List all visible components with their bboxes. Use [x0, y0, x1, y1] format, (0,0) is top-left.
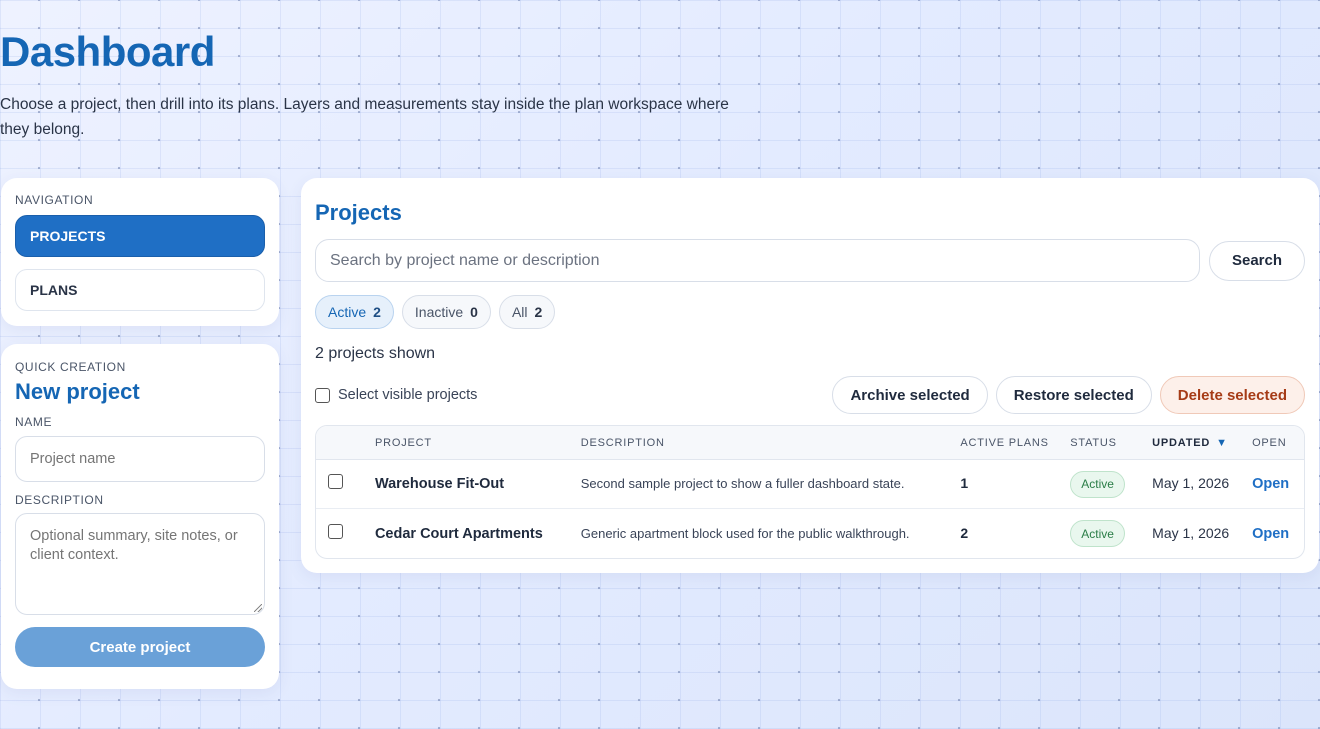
page-title: Dashboard: [0, 28, 215, 75]
quick-create-card: QUICK CREATION New project NAME DESCRIPT…: [1, 344, 279, 689]
updated-date: May 1, 2026: [1152, 475, 1230, 491]
description-field-label: DESCRIPTION: [15, 493, 104, 507]
filter-count: 2: [373, 304, 381, 320]
active-plans-count: 2: [960, 524, 969, 541]
column-header-project[interactable]: PROJECT: [375, 437, 581, 449]
project-search-input[interactable]: Search by project name or description: [315, 239, 1200, 282]
filter-label: Active: [328, 304, 367, 320]
new-project-title: New project: [15, 379, 140, 404]
table-header: PROJECT DESCRIPTION ACTIVE PLANS STATUS …: [316, 426, 1304, 460]
search-button[interactable]: Search: [1209, 240, 1305, 281]
row-checkbox-cell: [316, 523, 375, 544]
projects-shown-count: 2 projects shown: [315, 345, 436, 362]
delete-selected-button[interactable]: Delete selected: [1159, 376, 1305, 414]
search-row: Search by project name or description Se…: [315, 239, 1305, 282]
open-project-link[interactable]: Open: [1252, 526, 1289, 542]
filter-all-chip[interactable]: All 2: [498, 295, 556, 329]
project-name[interactable]: Cedar Court Apartments: [375, 526, 543, 542]
select-visible-label[interactable]: Select visible projects: [338, 387, 477, 403]
project-description-input[interactable]: [15, 513, 265, 615]
resize-handle-icon[interactable]: [254, 604, 262, 612]
filter-label: Inactive: [414, 304, 464, 320]
nav-projects-button[interactable]: PROJECTS: [15, 215, 265, 257]
column-header-updated[interactable]: UPDATED ▼: [1152, 437, 1252, 449]
projects-title: Projects: [315, 200, 402, 225]
filter-count: 0: [470, 304, 478, 320]
column-header-updated-label: UPDATED: [1152, 436, 1211, 449]
column-header-description[interactable]: DESCRIPTION: [581, 437, 961, 449]
row-checkbox-cell: [316, 474, 375, 494]
project-name-input[interactable]: [15, 436, 265, 482]
table-row: Warehouse Fit-Out Second sample project …: [316, 460, 1304, 509]
navigation-card: NAVIGATION PROJECTS PLANS: [1, 178, 279, 326]
row-checkbox[interactable]: [328, 523, 343, 539]
create-project-button[interactable]: Create project: [15, 627, 265, 667]
sort-descending-icon: ▼: [1216, 436, 1228, 449]
active-plans-count: 1: [960, 475, 969, 491]
quick-create-heading: QUICK CREATION: [15, 360, 126, 374]
column-header-status[interactable]: STATUS: [1070, 437, 1152, 449]
project-description: Second sample project to show a fuller d…: [580, 476, 905, 491]
filter-inactive-chip[interactable]: Inactive 0: [401, 295, 491, 329]
filter-label: All: [511, 304, 528, 320]
projects-card: Projects Search by project name or descr…: [301, 178, 1319, 573]
project-name[interactable]: Warehouse Fit-Out: [375, 476, 504, 492]
updated-date: May 1, 2026: [1152, 524, 1230, 541]
status-badge: Active: [1070, 520, 1125, 547]
row-checkbox[interactable]: [328, 474, 343, 489]
nav-plans-button[interactable]: PLANS: [15, 269, 265, 311]
page-subtitle: Choose a project, then drill into its pl…: [0, 96, 729, 138]
table-row: Cedar Court Apartments Generic apartment…: [316, 509, 1304, 558]
navigation-heading: NAVIGATION: [15, 193, 94, 207]
projects-table: PROJECT DESCRIPTION ACTIVE PLANS STATUS …: [315, 425, 1305, 559]
restore-selected-button[interactable]: Restore selected: [995, 376, 1152, 414]
filter-active-chip[interactable]: Active 2: [315, 295, 394, 329]
status-badge: Active: [1070, 470, 1125, 498]
name-field-label: NAME: [15, 415, 53, 429]
column-header-active-plans[interactable]: ACTIVE PLANS: [960, 437, 1070, 449]
project-description: Generic apartment block used for the pub…: [580, 525, 910, 541]
open-project-link[interactable]: Open: [1252, 476, 1289, 492]
bulk-buttons: Archive selected Restore selected Delete…: [832, 376, 1305, 414]
bulk-actions-row: Select visible projects Archive selected…: [315, 376, 1305, 414]
filter-count: 2: [534, 304, 543, 320]
select-visible-checkbox[interactable]: [315, 387, 330, 403]
archive-selected-button[interactable]: Archive selected: [832, 376, 988, 414]
column-header-open: OPEN: [1252, 436, 1287, 449]
status-filters: Active 2 Inactive 0 All 2: [315, 295, 1305, 329]
